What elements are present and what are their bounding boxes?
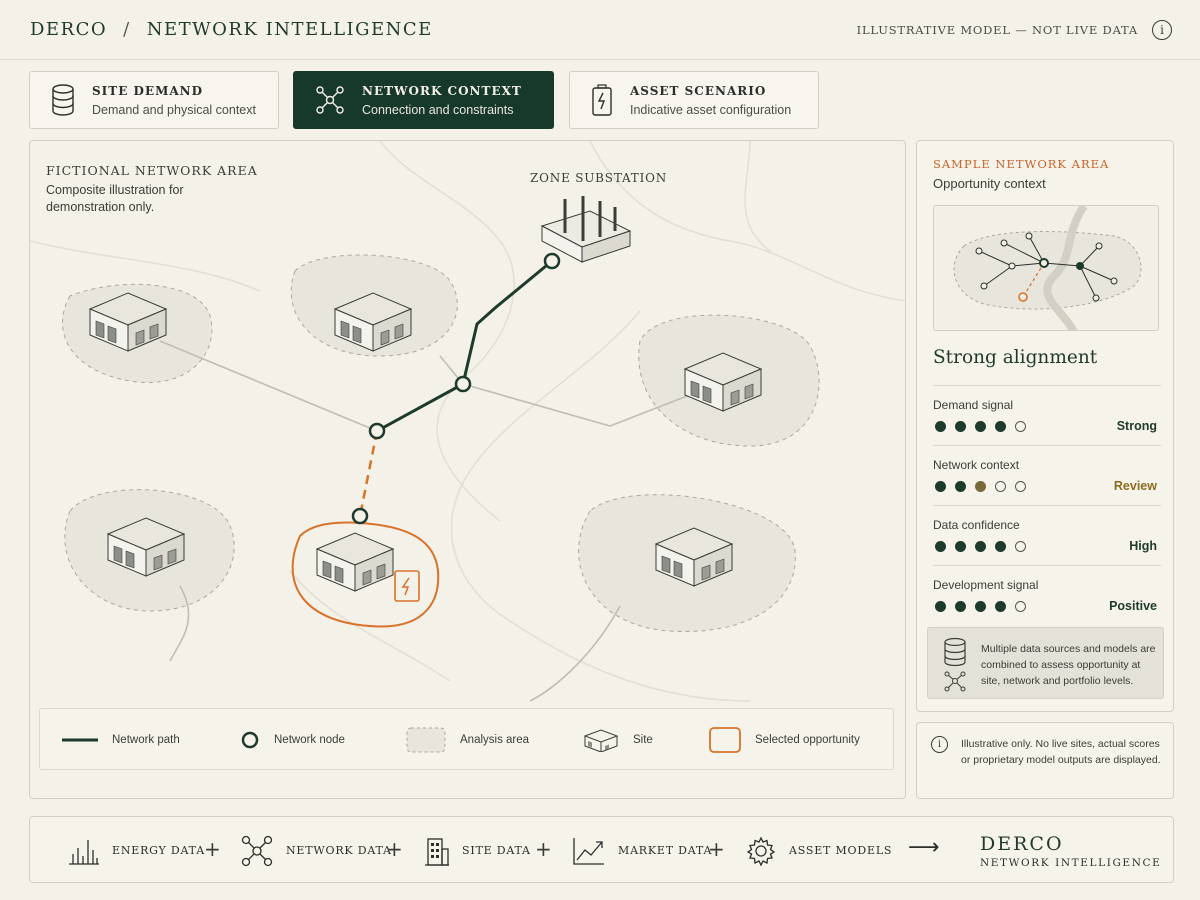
- map-canvas[interactable]: [30, 141, 906, 799]
- legend-label: Selected opportunity: [755, 734, 860, 746]
- metric-rating: [935, 541, 1026, 552]
- brand-name[interactable]: DERCO: [30, 19, 107, 40]
- header: DERCO / NETWORK INTELLIGENCE ILLUSTRATIVE …: [0, 0, 1200, 60]
- metric-value: Strong: [1116, 419, 1157, 433]
- section-title: NETWORK INTELLIGENCE: [146, 19, 433, 40]
- legend-label: Analysis area: [460, 734, 530, 746]
- footer-brand: DERCO NETWORK INTELLIGENCE: [980, 833, 1161, 869]
- info-icon[interactable]: i: [1152, 19, 1172, 40]
- tab-title: SITE DEMAND: [92, 83, 204, 98]
- pipeline-energy-data: ENERGY DATA: [68, 817, 205, 884]
- legend-label: Network node: [274, 734, 345, 746]
- metric-label: Data confidence: [933, 518, 1020, 532]
- area-title: FICTIONAL NETWORK AREA: [46, 163, 258, 178]
- panel-subtitle: Opportunity context: [933, 176, 1046, 191]
- tab-subtitle: Connection and constraints: [362, 102, 514, 117]
- tab-title: NETWORK CONTEXT: [362, 83, 522, 98]
- battery-icon: [592, 84, 612, 116]
- alignment-heading: Strong alignment: [933, 347, 1098, 368]
- data-sources-note: Multiple data sources and models are com…: [927, 627, 1164, 699]
- footer-brand-subtitle: NETWORK INTELLIGENCE: [980, 857, 1162, 869]
- metric-demand-signal: Demand signal Strong: [933, 385, 1161, 445]
- pipeline-label: NETWORK DATA: [286, 844, 392, 857]
- pipeline-label: ENERGY DATA: [112, 844, 205, 857]
- network-icon: [316, 86, 344, 114]
- database-network-icon: [944, 637, 966, 692]
- line-icon: [62, 738, 98, 742]
- area-subtitle: Composite illustration for demonstration…: [46, 183, 184, 214]
- pipeline-site-data: SITE DATA: [424, 817, 531, 884]
- substation-label: ZONE SUBSTATION: [530, 171, 668, 185]
- pipeline-network-data: NETWORK DATA: [240, 817, 392, 884]
- plus-icon: +: [535, 837, 552, 861]
- metric-network-context: Network context Review: [933, 445, 1161, 505]
- plus-icon: +: [386, 837, 403, 861]
- metric-development-signal: Development signal Positive: [933, 565, 1161, 625]
- metric-rating: [935, 421, 1026, 432]
- tab-site-demand[interactable]: SITE DEMAND Demand and physical context: [29, 71, 279, 129]
- illustrative-notice: i Illustrative only. No live sites, actu…: [916, 722, 1174, 799]
- metric-label: Development signal: [933, 578, 1039, 592]
- legend-label: Network path: [112, 734, 180, 746]
- gear-icon: [746, 836, 776, 866]
- tab-network-context[interactable]: NETWORK CONTEXT Connection and constrain…: [293, 71, 554, 129]
- legend-label: Site: [633, 734, 653, 746]
- metric-label: Demand signal: [933, 398, 1014, 412]
- pipeline-label: MARKET DATA: [618, 844, 713, 857]
- metric-value: High: [1129, 539, 1157, 553]
- pipeline-label: SITE DATA: [462, 844, 531, 857]
- node-icon: [241, 731, 259, 749]
- metric-label: Network context: [933, 458, 1020, 472]
- opportunity-panel: SAMPLE NETWORK AREA Opportunity context: [916, 140, 1174, 712]
- info-icon[interactable]: i: [931, 736, 948, 753]
- metric-rating: [935, 481, 1026, 492]
- substation-icon: [540, 196, 632, 263]
- tab-title: ASSET SCENARIO: [630, 83, 767, 98]
- data-note-text: Multiple data sources and models are com…: [981, 643, 1156, 687]
- plus-icon: +: [204, 837, 221, 861]
- breadcrumb: DERCO / NETWORK INTELLIGENCE: [30, 19, 433, 40]
- database-icon: [52, 84, 74, 116]
- building-icon: [425, 837, 449, 866]
- network-map[interactable]: FICTIONAL NETWORK AREA Composite illustr…: [29, 140, 906, 799]
- legend-analysis-area: Analysis area: [406, 709, 529, 771]
- pipeline-asset-models: ASSET MODELS: [745, 817, 892, 884]
- metric-data-confidence: Data confidence High: [933, 505, 1161, 565]
- illustrative-text: Illustrative only. No live sites, actual…: [961, 738, 1161, 766]
- arrow-right-icon: ⟶: [908, 835, 940, 860]
- pipeline-market-data: MARKET DATA: [572, 817, 712, 884]
- panel-title: SAMPLE NETWORK AREA: [933, 157, 1110, 171]
- trend-icon: [573, 837, 604, 865]
- area-swatch-icon: [406, 727, 446, 753]
- data-pipeline-bar: ENERGY DATA + NETWORK DATA + SITE DATA +…: [29, 816, 1174, 883]
- tab-asset-scenario[interactable]: ASSET SCENARIO Indicative asset configur…: [569, 71, 819, 129]
- legend-selected-opportunity: Selected opportunity: [709, 709, 860, 771]
- legend-network-node: Network node: [240, 709, 345, 771]
- building-icon: [583, 729, 619, 752]
- tab-subtitle: Indicative asset configuration: [630, 102, 792, 117]
- metric-rating: [935, 601, 1026, 612]
- pipeline-label: ASSET MODELS: [789, 844, 893, 857]
- disclaimer-text: ILLUSTRATIVE MODEL — NOT LIVE DATA: [856, 22, 1138, 37]
- mini-map[interactable]: [933, 205, 1159, 331]
- legend-site: Site: [583, 709, 653, 771]
- network-icon: [241, 835, 273, 866]
- selected-swatch-icon: [709, 727, 741, 753]
- tab-subtitle: Demand and physical context: [92, 102, 256, 117]
- map-legend: Network path Network node Analysis area …: [39, 708, 894, 770]
- bar-chart-icon: [69, 839, 99, 865]
- legend-network-path: Network path: [62, 709, 180, 771]
- metric-value: Review: [1113, 479, 1157, 493]
- metric-value: Positive: [1109, 599, 1157, 613]
- breadcrumb-separator: /: [123, 19, 131, 40]
- footer-brand-name: DERCO: [980, 833, 1064, 855]
- plus-icon: +: [708, 837, 725, 861]
